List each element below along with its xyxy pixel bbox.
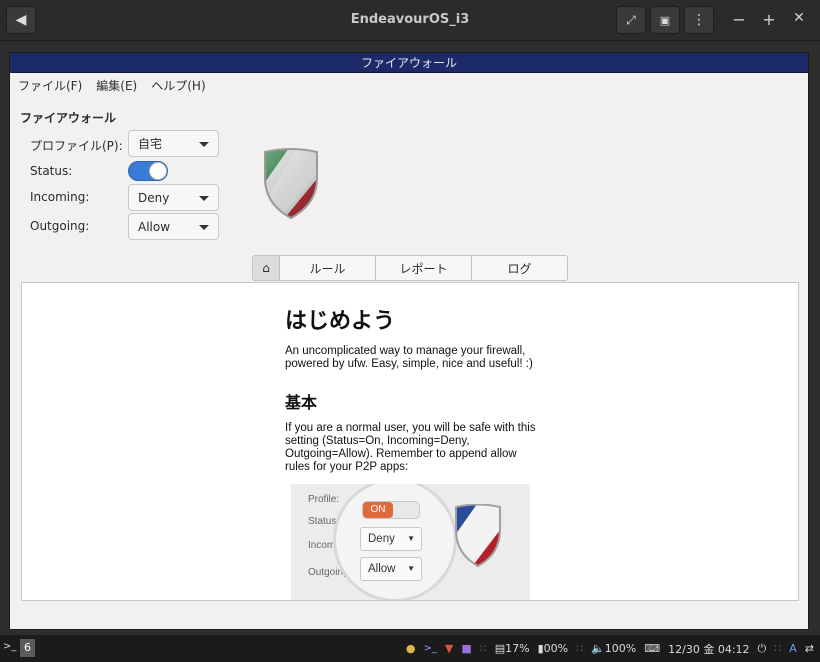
outgoing-combo[interactable]: Allow bbox=[128, 213, 219, 240]
chevron-down-icon bbox=[199, 196, 209, 201]
content-view[interactable]: はじめよう An uncomplicated way to manage you… bbox=[21, 282, 799, 601]
settings-illustration: Profile: Status Incoming: Outgoing: ON D… bbox=[291, 484, 530, 600]
language-indicator[interactable]: A bbox=[789, 642, 797, 655]
tab-report[interactable]: レポート bbox=[375, 256, 471, 280]
shield-tray-icon[interactable]: ▼ bbox=[445, 642, 453, 655]
ill-toggle: ON bbox=[362, 501, 420, 519]
chevron-down-icon bbox=[199, 225, 209, 230]
outgoing-label: Outgoing: bbox=[30, 219, 90, 233]
magnifier-circle: ON Deny ▼ Allow ▼ bbox=[333, 484, 457, 600]
tab-rules[interactable]: ルール bbox=[279, 256, 375, 280]
ill-on-label: ON bbox=[363, 502, 393, 518]
incoming-value: Deny bbox=[138, 190, 170, 205]
volume-value: 100% bbox=[604, 642, 637, 655]
memory-value: 17% bbox=[505, 642, 530, 655]
profile-value: 自宅 bbox=[138, 137, 163, 151]
ill-allow-combo: Allow ▼ bbox=[360, 557, 422, 581]
folder-icon[interactable]: ■ bbox=[461, 642, 471, 655]
kebab-menu-icon: ⋮ bbox=[692, 12, 706, 28]
menu-button[interactable]: ⋮ bbox=[684, 6, 714, 34]
intro-text: An uncomplicated way to manage your fire… bbox=[285, 345, 533, 370]
separator-icon: ∷ bbox=[479, 642, 487, 655]
chevron-down-icon: ▼ bbox=[407, 534, 415, 543]
ill-shield-icon bbox=[455, 504, 501, 568]
incoming-label: Incoming: bbox=[30, 190, 90, 204]
expand-icon: ⤢ bbox=[626, 12, 636, 27]
status-label: Status: bbox=[30, 164, 73, 178]
basic-text: If you are a normal user, you will be sa… bbox=[285, 422, 536, 473]
chat-icon[interactable]: ● bbox=[406, 642, 416, 655]
incoming-combo[interactable]: Deny bbox=[128, 184, 219, 211]
profile-combo[interactable]: 自宅 bbox=[128, 130, 219, 157]
page-title: はじめよう bbox=[285, 309, 396, 334]
menubar: ファイル(F) 編集(E) ヘルプ(H) bbox=[10, 73, 808, 97]
ill-deny-combo: Deny ▼ bbox=[360, 527, 422, 551]
menu-edit[interactable]: 編集(E) bbox=[96, 77, 137, 94]
memory-icon: ▤17% bbox=[494, 642, 530, 655]
taskbar: >_ 6 ● >_ ▼ ■ ∷ ▤17% ▮00% ∷ 🔈100% ⌨ 12/3… bbox=[0, 635, 820, 662]
close-button[interactable]: ✕ bbox=[789, 10, 809, 26]
maximize-button[interactable]: + bbox=[759, 10, 779, 29]
screenshot-button[interactable]: ▣ bbox=[650, 6, 680, 34]
tab-log[interactable]: ログ bbox=[471, 256, 567, 280]
chevron-down-icon: ▼ bbox=[407, 564, 415, 573]
tab-home[interactable]: ⌂ bbox=[253, 256, 279, 280]
menu-help[interactable]: ヘルプ(H) bbox=[151, 77, 205, 94]
firewall-window: ファイアウォール ファイル(F) 編集(E) ヘルプ(H) ファイアウォール プ… bbox=[9, 52, 809, 630]
outgoing-value: Allow bbox=[138, 219, 171, 234]
basic-heading: 基本 bbox=[285, 393, 318, 412]
system-tray: ● >_ ▼ ■ ∷ ▤17% ▮00% ∷ 🔈100% ⌨ 12/30 金 0… bbox=[406, 635, 814, 662]
tab-bar: ⌂ ルール レポート ログ bbox=[252, 255, 568, 281]
section-title: ファイアウォール bbox=[20, 111, 117, 125]
status-toggle[interactable] bbox=[128, 161, 168, 181]
ill-deny-value: Deny bbox=[368, 533, 395, 545]
minimize-button[interactable]: − bbox=[729, 10, 749, 29]
keyboard-icon: ⌨ bbox=[644, 642, 661, 655]
ill-profile-label: Profile: bbox=[308, 494, 340, 505]
chevron-down-icon bbox=[199, 142, 209, 147]
window-icon: ▣ bbox=[659, 13, 671, 27]
terminal-icon[interactable]: >_ bbox=[423, 643, 436, 654]
arrow-left-icon: ◀ bbox=[15, 12, 27, 28]
disk-value: 00% bbox=[543, 642, 569, 655]
separator-icon: ∷ bbox=[774, 642, 782, 655]
shield-logo-icon bbox=[264, 148, 318, 220]
ill-allow-value: Allow bbox=[368, 563, 396, 575]
toggle-knob bbox=[149, 162, 167, 180]
ill-status-label: Status bbox=[308, 516, 337, 527]
network-icon[interactable]: ⇄ bbox=[805, 642, 814, 655]
volume-icon[interactable]: 🔈100% bbox=[591, 642, 636, 655]
datetime[interactable]: 12/30 金 04:12 bbox=[668, 641, 749, 657]
host-titlebar: ◀ EndeavourOS_i3 ⤢ ▣ ⋮ − + ✕ bbox=[0, 0, 820, 41]
firewall-window-title: ファイアウォール bbox=[10, 53, 808, 73]
disk-icon: ▮00% bbox=[537, 642, 569, 655]
fullscreen-button[interactable]: ⤢ bbox=[616, 6, 646, 34]
back-button[interactable]: ◀ bbox=[6, 6, 36, 34]
home-icon: ⌂ bbox=[262, 261, 270, 275]
workspace-indicator[interactable]: 6 bbox=[20, 639, 35, 657]
power-icon[interactable]: ⏻ bbox=[758, 642, 767, 656]
profile-label: プロファイル(P): bbox=[30, 139, 123, 153]
separator-icon: ∷ bbox=[576, 642, 584, 655]
terminal-prompt[interactable]: >_ bbox=[3, 641, 16, 652]
menu-file[interactable]: ファイル(F) bbox=[18, 77, 82, 94]
